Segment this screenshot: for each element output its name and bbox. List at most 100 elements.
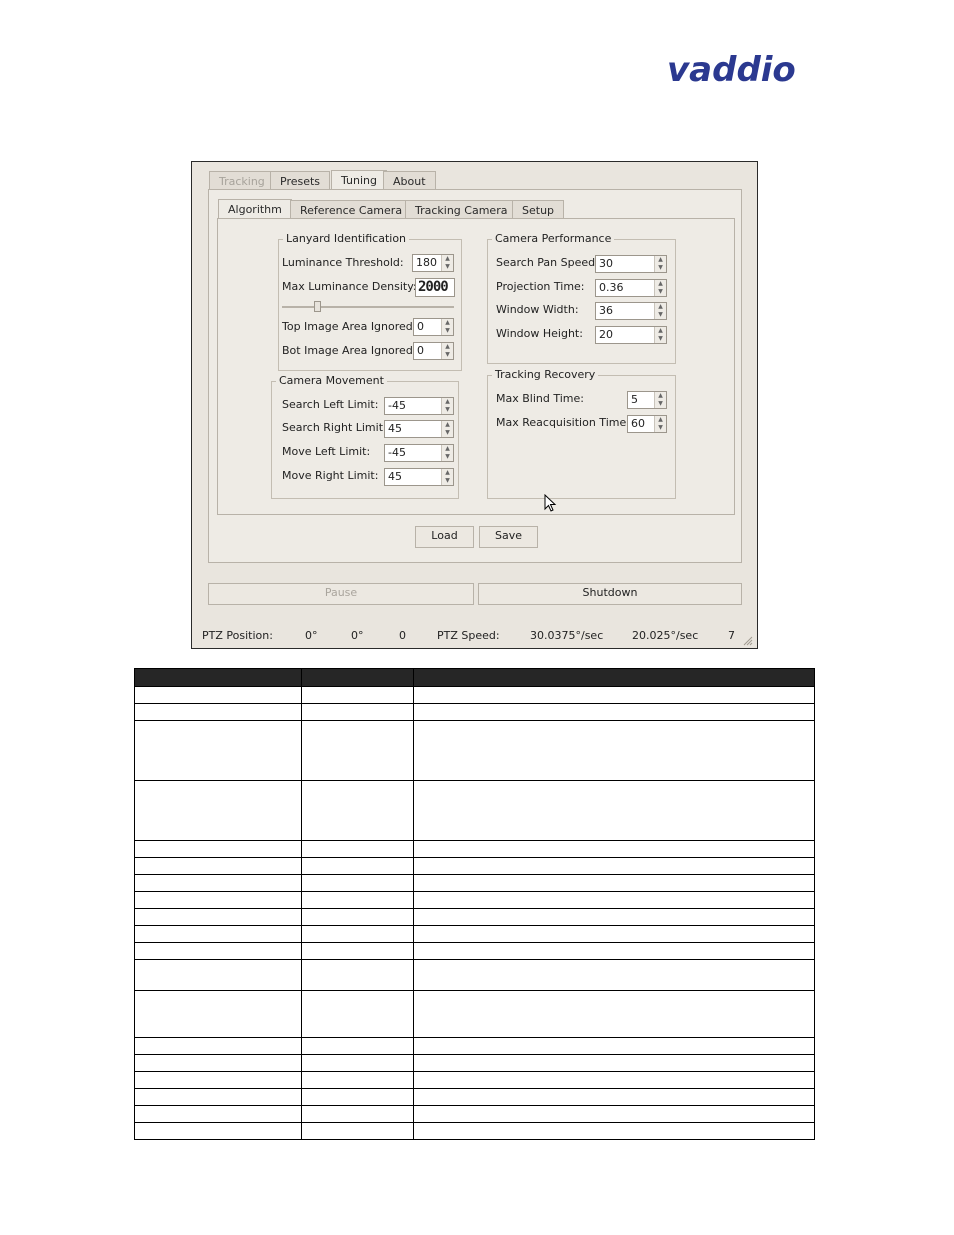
- max-blind-time-label: Max Blind Time:: [496, 392, 584, 405]
- tab-tracking-camera[interactable]: Tracking Camera: [405, 200, 518, 220]
- max-blind-value: 5: [631, 393, 638, 406]
- tuning-panel: Algorithm Reference Camera Tracking Came…: [208, 189, 742, 563]
- spin-arrows-icon[interactable]: ▲ ▼: [654, 280, 666, 296]
- spin-arrows-icon[interactable]: ▲ ▼: [441, 343, 453, 359]
- tab-setup[interactable]: Setup: [512, 200, 565, 220]
- spin-arrows-icon[interactable]: ▲ ▼: [654, 392, 666, 408]
- ptz-speed-zoom: 7: [728, 629, 735, 642]
- luminance-threshold-label: Luminance Threshold:: [282, 256, 404, 269]
- tab-tracking[interactable]: Tracking: [209, 171, 275, 191]
- table-row: [134, 908, 816, 926]
- luminance-threshold-value: 180: [416, 256, 437, 269]
- spin-arrows-icon[interactable]: ▲ ▼: [654, 416, 666, 432]
- tab-presets[interactable]: Presets: [270, 171, 331, 191]
- projection-time-input[interactable]: 0.36 ▲ ▼: [595, 279, 667, 297]
- search-pan-speed-input[interactable]: 30 ▲ ▼: [595, 255, 667, 273]
- table-row: [134, 703, 816, 721]
- group-camera-performance: Camera Performance Search Pan Speed: 30 …: [487, 232, 676, 364]
- window-width-label: Window Width:: [496, 303, 579, 316]
- spin-arrows-icon[interactable]: ▲ ▼: [441, 319, 453, 335]
- table-row: [134, 990, 816, 1038]
- move-left-value: -45: [388, 446, 406, 459]
- table-row: [134, 1088, 816, 1106]
- spin-arrows-icon[interactable]: ▲ ▼: [441, 469, 453, 485]
- spin-arrows-icon[interactable]: ▲ ▼: [654, 327, 666, 343]
- save-button[interactable]: Save: [479, 526, 538, 548]
- top-image-area-ignored-input[interactable]: 0 ▲ ▼: [413, 318, 454, 336]
- spin-arrows-icon[interactable]: ▲ ▼: [441, 255, 453, 271]
- spin-arrows-icon[interactable]: ▲ ▼: [654, 303, 666, 319]
- bot-ignored-value: 0: [417, 344, 424, 357]
- table-header-cell: [300, 668, 414, 687]
- move-left-limit-input[interactable]: -45 ▲ ▼: [384, 444, 454, 462]
- max-reacquisition-time-label: Max Reacquisition Time:: [496, 416, 630, 429]
- ptz-position-label: PTZ Position:: [202, 629, 273, 642]
- table-row: [134, 686, 816, 704]
- search-left-limit-label: Search Left Limit:: [282, 398, 379, 411]
- projection-time-label: Projection Time:: [496, 280, 585, 293]
- projection-time-value: 0.36: [599, 281, 624, 294]
- vaddio-logo: vaddio: [667, 54, 796, 88]
- tab-algorithm[interactable]: Algorithm: [218, 199, 292, 219]
- table-row: [134, 1054, 816, 1072]
- window-height-label: Window Height:: [496, 327, 583, 340]
- logo-text: vaddio: [667, 54, 796, 88]
- bot-image-area-ignored-input[interactable]: 0 ▲ ▼: [413, 342, 454, 360]
- resize-grip-icon[interactable]: [743, 636, 753, 646]
- max-reacquisition-time-input[interactable]: 60 ▲ ▼: [627, 415, 667, 433]
- table-header-cell: [134, 668, 302, 687]
- algorithm-panel: Lanyard Identification Luminance Thresho…: [217, 218, 735, 515]
- luminance-slider-handle[interactable]: [314, 301, 321, 312]
- shutdown-button[interactable]: Shutdown: [478, 583, 742, 605]
- top-image-area-ignored-label: Top Image Area Ignored:: [282, 320, 417, 333]
- ptz-position-tilt: 0°: [351, 629, 364, 642]
- search-pan-speed-value: 30: [599, 257, 613, 270]
- table-row: [134, 720, 816, 781]
- table-row: [134, 1105, 816, 1123]
- group-lanyard-identification: Lanyard Identification Luminance Thresho…: [278, 232, 462, 371]
- bot-image-area-ignored-label: Bot Image Area Ignored:: [282, 344, 417, 357]
- group-tracking-recovery: Tracking Recovery Max Blind Time: 5 ▲ ▼ M…: [487, 368, 676, 499]
- pause-button[interactable]: Pause: [208, 583, 474, 605]
- table-row: [134, 925, 816, 943]
- window-width-value: 36: [599, 304, 613, 317]
- load-button[interactable]: Load: [415, 526, 474, 548]
- spin-arrows-icon[interactable]: ▲ ▼: [654, 256, 666, 272]
- move-right-limit-input[interactable]: 45 ▲ ▼: [384, 468, 454, 486]
- search-left-value: -45: [388, 399, 406, 412]
- table-row: [134, 857, 816, 875]
- spin-arrows-icon[interactable]: ▲ ▼: [441, 398, 453, 414]
- window-height-input[interactable]: 20 ▲ ▼: [595, 326, 667, 344]
- table-row: [134, 874, 816, 892]
- table-row: [134, 942, 816, 960]
- search-right-value: 45: [388, 422, 402, 435]
- table-row: [134, 1037, 816, 1055]
- tab-tuning[interactable]: Tuning: [331, 170, 388, 190]
- move-left-limit-label: Move Left Limit:: [282, 445, 371, 458]
- luminance-slider-track[interactable]: [282, 306, 454, 308]
- max-reacq-value: 60: [631, 417, 645, 430]
- group-camera-movement: Camera Movement Search Left Limit: -45 ▲…: [271, 374, 459, 499]
- search-pan-speed-label: Search Pan Speed:: [496, 256, 599, 269]
- tab-about[interactable]: About: [383, 171, 436, 191]
- search-right-limit-label: Search Right Limit:: [282, 421, 387, 434]
- search-left-limit-input[interactable]: -45 ▲ ▼: [384, 397, 454, 415]
- group-title: Tracking Recovery: [492, 368, 599, 382]
- table-row: [134, 1071, 816, 1089]
- table-row: [134, 780, 816, 841]
- table-header-cell: [412, 668, 816, 687]
- spin-arrows-icon[interactable]: ▲ ▼: [441, 421, 453, 437]
- luminance-threshold-input[interactable]: 180 ▲ ▼: [412, 254, 454, 272]
- move-right-value: 45: [388, 470, 402, 483]
- max-luminance-density-label: Max Luminance Density:: [282, 280, 417, 293]
- max-luminance-density-value: 2000: [418, 279, 449, 295]
- search-right-limit-input[interactable]: 45 ▲ ▼: [384, 420, 454, 438]
- window-height-value: 20: [599, 328, 613, 341]
- table-header-row: [134, 668, 816, 687]
- spin-arrows-icon[interactable]: ▲ ▼: [441, 445, 453, 461]
- window-width-input[interactable]: 36 ▲ ▼: [595, 302, 667, 320]
- tab-reference-camera[interactable]: Reference Camera: [290, 200, 413, 220]
- table-row: [134, 840, 816, 858]
- mouse-cursor-icon: [544, 494, 557, 512]
- max-blind-time-input[interactable]: 5 ▲ ▼: [627, 391, 667, 409]
